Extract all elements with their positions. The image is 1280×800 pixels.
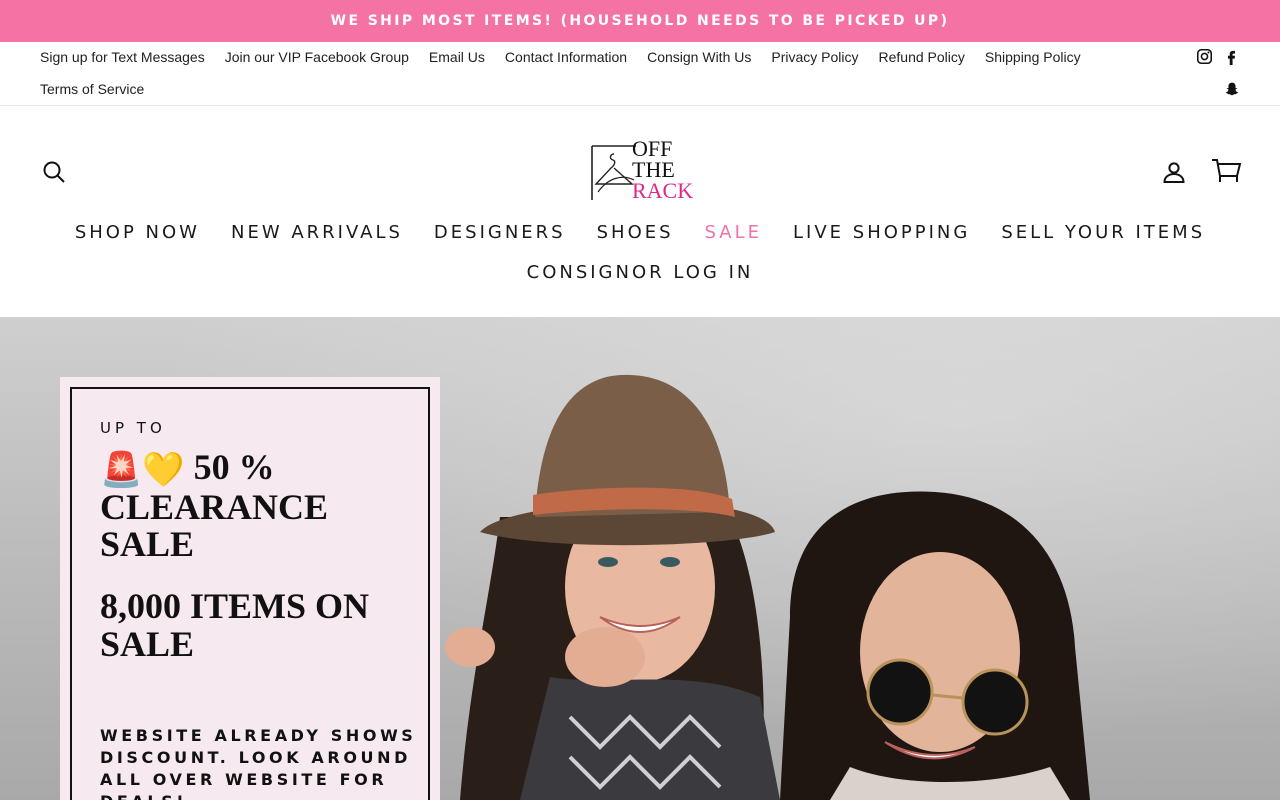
- nav-sell-your-items[interactable]: SELL YOUR ITEMS: [1001, 222, 1205, 243]
- promo-headline-1: 🚨💛 50 % CLEARANCE SALE: [100, 449, 420, 563]
- cart-icon[interactable]: [1210, 156, 1242, 186]
- announcement-bar: WE SHIP MOST ITEMS! (HOUSEHOLD NEEDS TO …: [0, 0, 1280, 42]
- search-icon[interactable]: [40, 158, 68, 186]
- link-consign-with-us[interactable]: Consign With Us: [647, 49, 751, 65]
- main-nav: SHOP NOW NEW ARRIVALS DESIGNERS SHOES SA…: [0, 222, 1280, 243]
- hero-banner[interactable]: UP TO 🚨💛 50 % CLEARANCE SALE 8,000 ITEMS…: [0, 317, 1280, 800]
- main-nav-row-2: CONSIGNOR LOG IN: [0, 262, 1280, 283]
- logo-line-1: OFF: [632, 136, 673, 161]
- promo-body-text: WEBSITE ALREADY SHOWS DISCOUNT. LOOK ARO…: [100, 726, 417, 800]
- hero-photo: [445, 374, 1090, 800]
- siren-heart-emoji-icon: 🚨💛: [100, 450, 185, 490]
- nav-designers[interactable]: DESIGNERS: [434, 222, 566, 243]
- nav-live-shopping[interactable]: LIVE SHOPPING: [793, 222, 970, 243]
- promo-kicker: UP TO: [100, 419, 166, 437]
- site-logo[interactable]: OFF THE RACK: [588, 136, 694, 206]
- nav-sale[interactable]: SALE: [705, 222, 762, 243]
- promo-panel: UP TO 🚨💛 50 % CLEARANCE SALE 8,000 ITEMS…: [60, 377, 440, 800]
- nav-new-arrivals[interactable]: NEW ARRIVALS: [231, 222, 403, 243]
- social-links-row-2: [1223, 80, 1240, 97]
- user-icon[interactable]: [1160, 158, 1188, 186]
- link-terms-of-service[interactable]: Terms of Service: [40, 81, 144, 97]
- site-header: OFF THE RACK SHOP NOW NEW ARRIVALS DESIG…: [0, 106, 1280, 316]
- utility-links-row-1: Sign up for Text Messages Join our VIP F…: [40, 49, 1081, 65]
- hanger-logo-icon: [591, 145, 636, 200]
- link-text-messages[interactable]: Sign up for Text Messages: [40, 49, 205, 65]
- logo-line-2: THE: [632, 157, 675, 182]
- nav-shoes[interactable]: SHOES: [597, 222, 674, 243]
- link-contact-information[interactable]: Contact Information: [505, 49, 627, 65]
- link-refund-policy[interactable]: Refund Policy: [879, 49, 965, 65]
- logo-line-3: RACK: [632, 178, 694, 203]
- nav-shop-now[interactable]: SHOP NOW: [75, 222, 200, 243]
- utility-links-row-2: Terms of Service: [40, 81, 144, 97]
- facebook-icon[interactable]: [1223, 48, 1240, 65]
- snapchat-icon[interactable]: [1223, 80, 1240, 97]
- link-shipping-policy[interactable]: Shipping Policy: [985, 49, 1081, 65]
- promo-panel-border: UP TO 🚨💛 50 % CLEARANCE SALE 8,000 ITEMS…: [70, 387, 430, 800]
- link-privacy-policy[interactable]: Privacy Policy: [771, 49, 858, 65]
- promo-headline-2: 8,000 ITEMS ON SALE: [100, 586, 370, 664]
- social-links: [1196, 48, 1240, 65]
- announcement-text: WE SHIP MOST ITEMS! (HOUSEHOLD NEEDS TO …: [330, 13, 950, 29]
- logo-wordmark: OFF THE RACK: [632, 136, 694, 203]
- link-email-us[interactable]: Email Us: [429, 49, 485, 65]
- instagram-icon[interactable]: [1196, 48, 1213, 65]
- nav-consignor-log-in[interactable]: CONSIGNOR LOG IN: [527, 262, 754, 283]
- link-vip-facebook-group[interactable]: Join our VIP Facebook Group: [225, 49, 409, 65]
- utility-nav: Sign up for Text Messages Join our VIP F…: [0, 42, 1280, 106]
